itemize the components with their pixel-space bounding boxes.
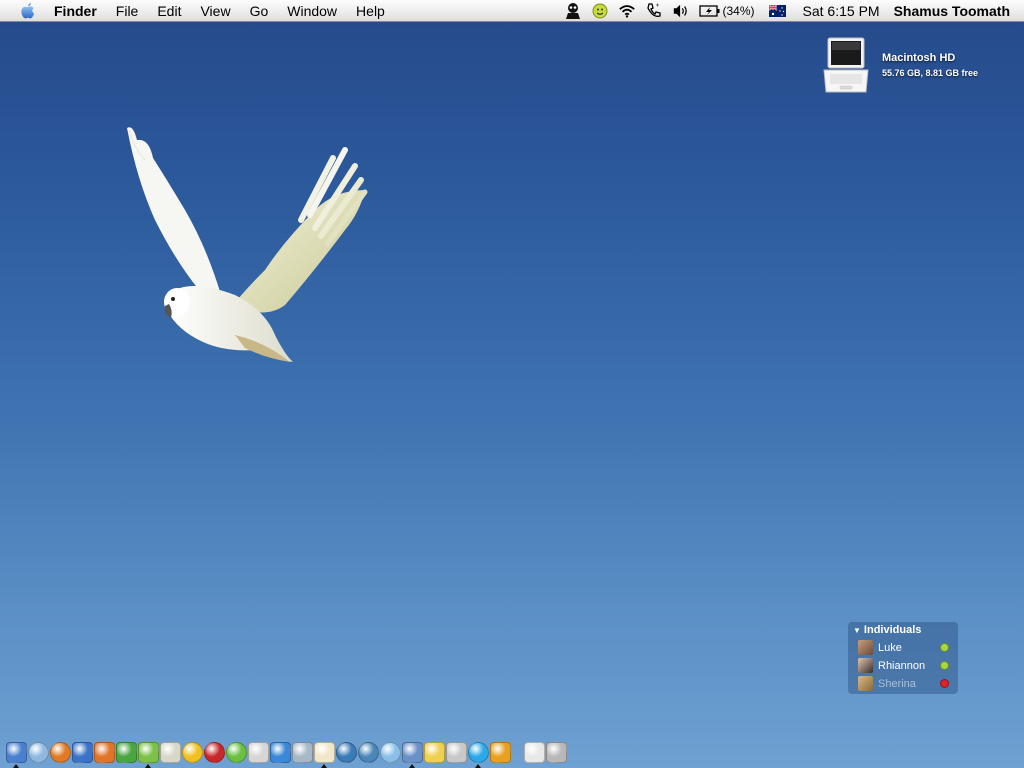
battery-charging-icon[interactable] (698, 2, 721, 20)
textedit-icon[interactable] (160, 742, 181, 763)
menu-file[interactable]: File (116, 0, 139, 22)
disclosure-triangle-icon[interactable]: ▼ (853, 626, 861, 635)
menu-finder[interactable]: Finder (54, 0, 97, 22)
phone-icon[interactable] (645, 2, 663, 20)
menu-go[interactable]: Go (250, 0, 269, 22)
word-icon[interactable] (72, 742, 93, 763)
dock (0, 740, 570, 768)
hard-drive-icon[interactable] (822, 36, 870, 96)
battery-percent: (34%) (722, 4, 755, 18)
menu-window[interactable]: Window (287, 0, 337, 22)
transmit-icon[interactable] (490, 742, 511, 763)
powerpoint-icon[interactable] (94, 742, 115, 763)
network-globe-icon[interactable] (358, 742, 379, 763)
buddy-row-luke[interactable]: Luke (858, 639, 954, 656)
drive-name: Macintosh HD (882, 52, 956, 64)
menu-edit[interactable]: Edit (157, 0, 181, 22)
volume-icon[interactable] (672, 2, 690, 20)
iphoto-icon[interactable] (402, 742, 423, 763)
buddy-avatar (858, 676, 873, 691)
status-away-icon (940, 679, 949, 688)
safari-icon[interactable] (28, 742, 49, 763)
running-indicator-icon (321, 764, 327, 768)
menu-view[interactable]: View (200, 0, 230, 22)
dictionary-icon[interactable] (446, 742, 467, 763)
menubar: Finder File Edit View Go Window Help (34… (0, 0, 1024, 22)
adium-duck-icon[interactable] (591, 2, 609, 20)
buddy-group-individuals[interactable]: ▼ Individuals (853, 624, 921, 636)
preview-icon[interactable] (292, 742, 313, 763)
dreamweaver-icon[interactable] (116, 742, 137, 763)
buddy-name: Rhiannon (878, 659, 926, 672)
omni-icon[interactable] (380, 742, 401, 763)
buddy-row-sherina[interactable]: Sherina (858, 675, 954, 692)
menubar-clock[interactable]: Sat 6:15 PM (803, 3, 880, 19)
fast-user-switch-name[interactable]: Shamus Toomath (894, 3, 1010, 19)
buddy-name: Sherina (878, 677, 916, 690)
trash-icon[interactable] (546, 742, 567, 763)
itunes-icon[interactable] (138, 742, 159, 763)
dreamweaver-green-icon[interactable] (226, 742, 247, 763)
mail-icon[interactable] (270, 742, 291, 763)
adium-icon[interactable] (314, 742, 335, 763)
mail-stack-icon[interactable] (524, 742, 545, 763)
running-indicator-icon (409, 764, 415, 768)
menu-extras: (34%) Sat 6:15 PM Shamus Toomath (555, 0, 1010, 22)
running-indicator-icon (13, 764, 19, 768)
running-indicator-icon (475, 764, 481, 768)
alien-icon[interactable] (564, 2, 582, 20)
running-indicator-icon (145, 764, 151, 768)
flash-icon[interactable] (204, 742, 225, 763)
skype-icon[interactable] (468, 742, 489, 763)
menu-help[interactable]: Help (356, 0, 385, 22)
drive-capacity: 55.76 GB, 8.81 GB free (882, 68, 979, 78)
ichat-icon[interactable] (248, 742, 269, 763)
buddy-avatar (858, 658, 873, 673)
buddy-list: ▼ Individuals Luke Rhiannon Sherina (848, 622, 958, 694)
fireworks-icon[interactable] (182, 742, 203, 763)
stickies-icon[interactable] (424, 742, 445, 763)
buddy-group-label: Individuals (863, 624, 922, 636)
apple-menu-icon[interactable] (18, 1, 38, 21)
status-available-icon (940, 643, 949, 652)
cockatoo-wallpaper-image (115, 120, 375, 370)
buddy-name: Luke (878, 641, 902, 654)
australia-flag-icon[interactable] (769, 2, 787, 20)
status-available-icon (940, 661, 949, 670)
buddy-avatar (858, 640, 873, 655)
wifi-icon[interactable] (618, 2, 636, 20)
globe-icon[interactable] (336, 742, 357, 763)
finder-icon[interactable] (6, 742, 27, 763)
firefox-icon[interactable] (50, 742, 71, 763)
macintosh-hd-desktop-item[interactable]: Macintosh HD 55.76 GB, 8.81 GB free (818, 34, 1018, 98)
buddy-row-rhiannon[interactable]: Rhiannon (858, 657, 954, 674)
